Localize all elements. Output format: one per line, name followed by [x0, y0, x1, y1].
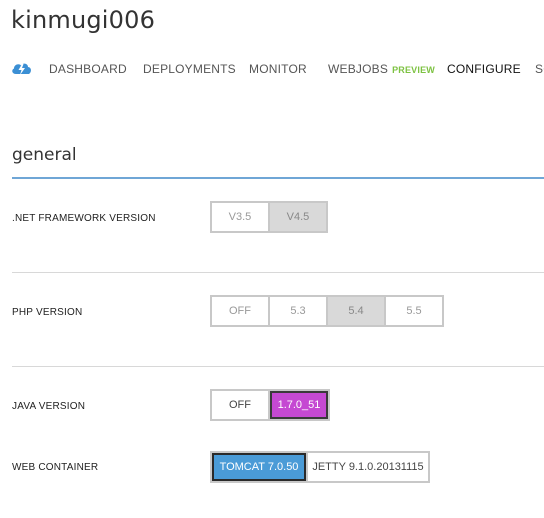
php-option-54[interactable]: 5.4: [328, 297, 384, 325]
container-option-tomcat[interactable]: TOMCAT 7.0.50: [212, 453, 306, 481]
web-container-label: WEB CONTAINER: [12, 462, 99, 473]
nav-dashboard[interactable]: DASHBOARD: [49, 62, 127, 76]
preview-badge: PREVIEW: [392, 65, 435, 75]
section-title: general: [12, 145, 77, 165]
php-version-selector: OFF 5.3 5.4 5.5: [210, 295, 444, 327]
divider: [12, 272, 544, 273]
web-container-selector: TOMCAT 7.0.50 JETTY 9.1.0.20131115: [210, 451, 430, 483]
java-version-selector: OFF 1.7.0_51: [210, 389, 330, 421]
configure-page: kinmugi006 DASHBOARD DEPLOYMENTS MONITOR…: [0, 0, 544, 518]
java-option-off[interactable]: OFF: [212, 391, 268, 419]
php-version-label: PHP VERSION: [12, 307, 83, 318]
nav-monitor[interactable]: MONITOR: [249, 62, 307, 76]
container-option-jetty[interactable]: JETTY 9.1.0.20131115: [308, 453, 428, 481]
nav-webjobs[interactable]: WEBJOBS PREVIEW: [328, 62, 435, 76]
java-option-1-7-0-51[interactable]: 1.7.0_51: [270, 391, 328, 419]
nav-webjobs-label: WEBJOBS: [328, 62, 389, 76]
nav-configure[interactable]: CONFIGURE: [447, 62, 521, 76]
java-version-label: JAVA VERSION: [12, 401, 86, 412]
divider: [12, 366, 544, 367]
php-option-53[interactable]: 5.3: [270, 297, 326, 325]
php-option-off[interactable]: OFF: [212, 297, 268, 325]
section-rule: [12, 177, 544, 179]
nav-truncated-item[interactable]: SC: [535, 62, 544, 76]
net-option-v35[interactable]: V3.5: [212, 203, 268, 231]
nav-deployments[interactable]: DEPLOYMENTS: [143, 62, 236, 76]
cloud-lightning-icon[interactable]: [10, 58, 34, 78]
php-option-55[interactable]: 5.5: [386, 297, 442, 325]
net-option-v45[interactable]: V4.5: [270, 203, 326, 231]
site-title: kinmugi006: [11, 6, 156, 34]
net-framework-label: .NET FRAMEWORK VERSION: [12, 213, 156, 224]
top-nav: DASHBOARD DEPLOYMENTS MONITOR WEBJOBS PRE…: [0, 56, 544, 82]
net-framework-selector: V3.5 V4.5: [210, 201, 328, 233]
